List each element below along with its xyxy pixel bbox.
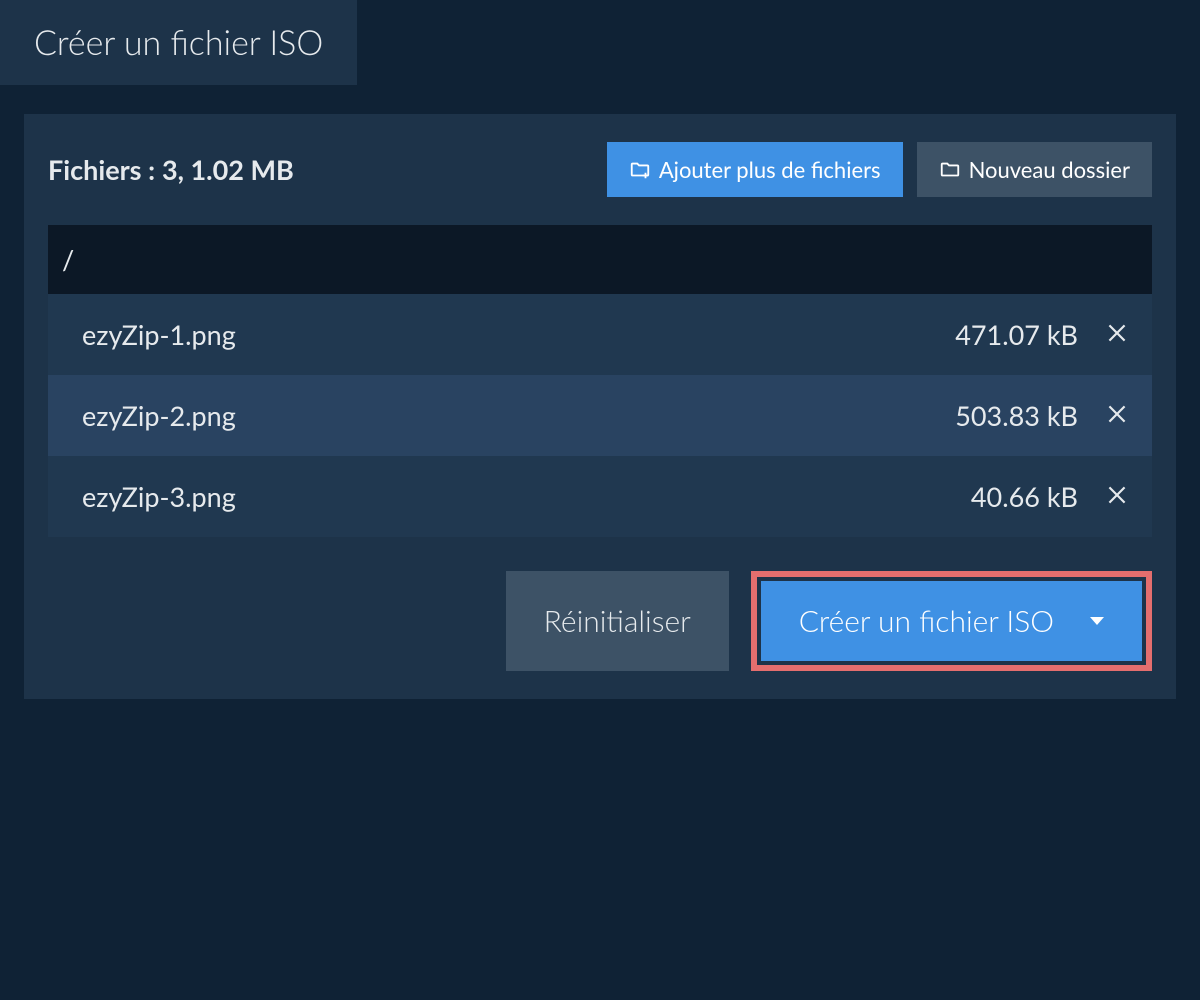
new-folder-button[interactable]: Nouveau dossier	[917, 142, 1152, 197]
folder-icon	[939, 159, 961, 181]
reset-button[interactable]: Réinitialiser	[506, 571, 729, 671]
main-panel: Fichiers : 3, 1.02 MB Ajouter plus de fi…	[24, 114, 1176, 699]
add-files-label: Ajouter plus de fichiers	[659, 156, 881, 183]
create-iso-button[interactable]: Créer un fichier ISO	[761, 581, 1142, 661]
remove-file-button[interactable]	[1100, 397, 1134, 434]
breadcrumb-path[interactable]: /	[48, 225, 1152, 294]
file-size: 471.07 kB	[955, 318, 1078, 351]
footer-actions: Réinitialiser Créer un fichier ISO	[48, 571, 1152, 671]
file-row: ezyZip-3.png 40.66 kB	[48, 456, 1152, 537]
remove-file-button[interactable]	[1100, 316, 1134, 353]
file-row: ezyZip-1.png 471.07 kB	[48, 294, 1152, 375]
file-name: ezyZip-2.png	[82, 399, 955, 432]
close-icon	[1104, 320, 1130, 349]
highlighted-action: Créer un fichier ISO	[751, 571, 1152, 671]
create-label: Créer un fichier ISO	[799, 603, 1054, 639]
files-summary-label: Fichiers :	[48, 153, 155, 186]
add-files-button[interactable]: Ajouter plus de fichiers	[607, 142, 903, 197]
file-row: ezyZip-2.png 503.83 kB	[48, 375, 1152, 456]
new-folder-label: Nouveau dossier	[969, 156, 1130, 183]
file-size: 503.83 kB	[955, 399, 1078, 432]
close-icon	[1104, 401, 1130, 430]
files-summary-value: 3, 1.02 MB	[162, 153, 294, 186]
remove-file-button[interactable]	[1100, 478, 1134, 515]
chevron-down-icon	[1090, 617, 1104, 625]
toolbar: Fichiers : 3, 1.02 MB Ajouter plus de fi…	[48, 142, 1152, 197]
tab-title: Créer un fichier ISO	[34, 22, 323, 63]
file-list: ezyZip-1.png 471.07 kB ezyZip-2.png 503.…	[48, 294, 1152, 537]
close-icon	[1104, 482, 1130, 511]
tab-create-iso[interactable]: Créer un fichier ISO	[0, 0, 357, 85]
files-summary: Fichiers : 3, 1.02 MB	[48, 153, 294, 186]
path-text: /	[62, 243, 74, 276]
file-name: ezyZip-3.png	[82, 480, 971, 513]
reset-label: Réinitialiser	[544, 603, 691, 639]
folder-plus-icon	[629, 159, 651, 181]
file-size: 40.66 kB	[971, 480, 1078, 513]
file-name: ezyZip-1.png	[82, 318, 955, 351]
